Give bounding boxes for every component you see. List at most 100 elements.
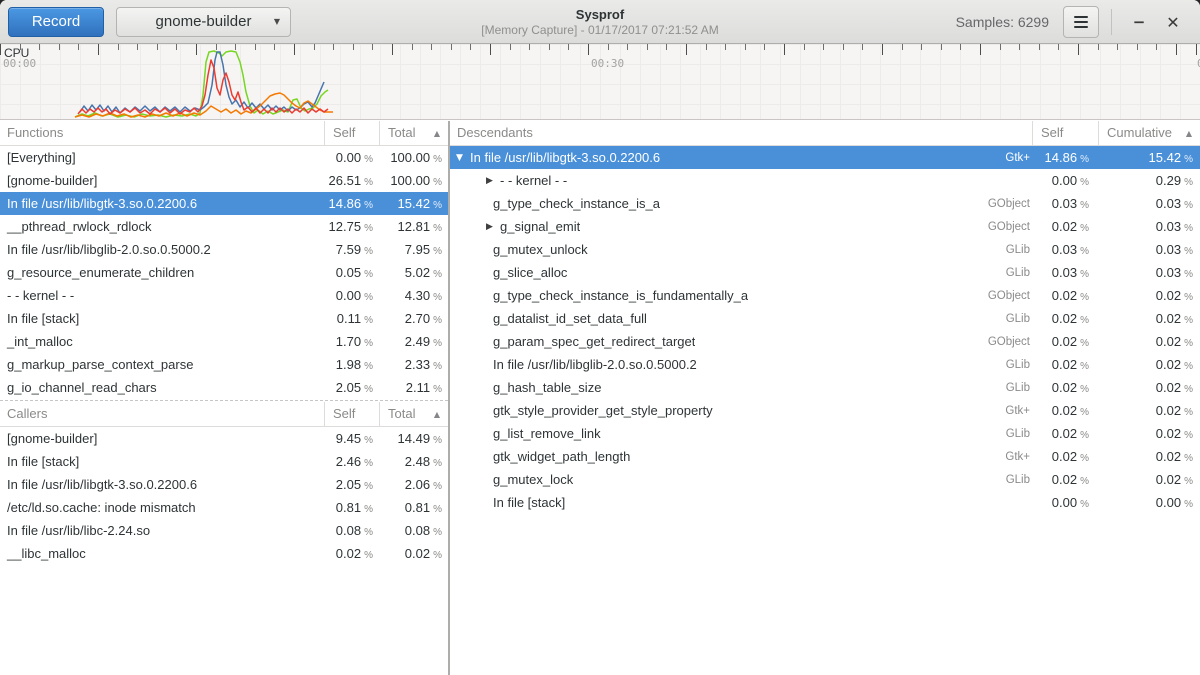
close-button[interactable]: ✕	[1156, 5, 1190, 39]
table-row[interactable]: - - kernel - -0.00%4.30%	[0, 284, 448, 307]
table-row[interactable]: [gnome-builder]9.45%14.49%	[0, 427, 448, 450]
record-button[interactable]: Record	[8, 7, 104, 37]
percent-suffix: %	[433, 269, 442, 280]
table-row[interactable]: In file [stack]0.11%2.70%	[0, 307, 448, 330]
table-row[interactable]: In file /usr/lib/libc-2.24.so0.08%0.08%	[0, 519, 448, 542]
percent-suffix: %	[364, 361, 373, 372]
tree-row[interactable]: ▶g_signal_emitGObject0.02%0.03%	[450, 215, 1200, 238]
total-value: 0.81%	[379, 500, 448, 515]
left-pane: Functions Self Total▲ [Everything]0.00%1…	[0, 121, 448, 675]
percent-suffix: %	[1184, 269, 1193, 280]
percent-suffix: %	[364, 481, 373, 492]
self-value: 0.02%	[1032, 311, 1098, 326]
self-value: 7.59%	[324, 242, 379, 257]
header-separator	[1111, 9, 1112, 35]
minimize-button[interactable]: −	[1122, 5, 1156, 39]
function-name: In file /usr/lib/libglib-2.0.so.0.5000.2	[493, 357, 697, 372]
tree-row[interactable]: gtk_style_provider_get_style_propertyGtk…	[450, 399, 1200, 422]
function-name: g_hash_table_size	[493, 380, 601, 395]
function-name: g_list_remove_link	[493, 426, 601, 441]
header-bar: Record gnome-builder ▼ Sysprof [Memory C…	[0, 0, 1200, 44]
tree-row[interactable]: In file /usr/lib/libglib-2.0.so.0.5000.2…	[450, 353, 1200, 376]
triangle-down-icon[interactable]: ▼	[456, 153, 470, 163]
tree-row-content: gtk_style_provider_get_style_property	[450, 403, 974, 418]
table-row[interactable]: __libc_malloc0.02%0.02%	[0, 542, 448, 565]
column-header-callers[interactable]: Callers	[0, 402, 324, 426]
function-name: - - kernel - -	[0, 288, 324, 303]
sort-up-icon: ▲	[434, 122, 440, 146]
process-selector[interactable]: gnome-builder ▼	[116, 7, 291, 37]
tree-row[interactable]: ▼In file /usr/lib/libgtk-3.so.0.2200.6Gt…	[450, 146, 1200, 169]
cumulative-value: 0.03%	[1098, 265, 1200, 280]
tree-row[interactable]: g_param_spec_get_redirect_targetGObject0…	[450, 330, 1200, 353]
cumulative-value: 0.02%	[1098, 311, 1200, 326]
self-value: 2.46%	[324, 454, 379, 469]
tree-row-content: g_datalist_id_set_data_full	[450, 311, 974, 326]
cumulative-value: 0.03%	[1098, 196, 1200, 211]
function-name: In file [stack]	[493, 495, 565, 510]
function-name: g_slice_alloc	[493, 265, 567, 280]
library-tag: GObject	[974, 290, 1032, 302]
tree-row[interactable]: g_type_check_instance_is_fundamentally_a…	[450, 284, 1200, 307]
column-header-total[interactable]: Total▲	[379, 121, 448, 145]
table-row[interactable]: /etc/ld.so.cache: inode mismatch0.81%0.8…	[0, 496, 448, 519]
function-name: [gnome-builder]	[0, 431, 324, 446]
cpu-graph	[0, 44, 1200, 120]
library-tag: GLib	[974, 313, 1032, 325]
tree-row[interactable]: g_type_check_instance_is_aGObject0.03%0.…	[450, 192, 1200, 215]
tree-row[interactable]: g_datalist_id_set_data_fullGLib0.02%0.02…	[450, 307, 1200, 330]
triangle-right-icon[interactable]: ▶	[486, 176, 500, 186]
column-header-self[interactable]: Self	[324, 402, 379, 426]
percent-suffix: %	[364, 246, 373, 257]
function-name: g_resource_enumerate_children	[0, 265, 324, 280]
table-row[interactable]: [Everything]0.00%100.00%	[0, 146, 448, 169]
time-label-mid: 00:30	[591, 57, 624, 70]
table-row[interactable]: In file [stack]2.46%2.48%	[0, 450, 448, 473]
tree-row[interactable]: g_slice_allocGLib0.03%0.03%	[450, 261, 1200, 284]
tree-row[interactable]: g_mutex_unlockGLib0.03%0.03%	[450, 238, 1200, 261]
table-row[interactable]: g_resource_enumerate_children0.05%5.02%	[0, 261, 448, 284]
column-header-descendants[interactable]: Descendants	[450, 121, 1032, 145]
tree-row[interactable]: g_mutex_lockGLib0.02%0.02%	[450, 468, 1200, 491]
tree-row[interactable]: ▶- - kernel - -0.00%0.29%	[450, 169, 1200, 192]
percent-suffix: %	[1184, 223, 1193, 234]
tree-row[interactable]: g_hash_table_sizeGLib0.02%0.02%	[450, 376, 1200, 399]
table-row[interactable]: In file /usr/lib/libglib-2.0.so.0.5000.2…	[0, 238, 448, 261]
function-name: In file [stack]	[0, 454, 324, 469]
column-header-self[interactable]: Self	[1032, 121, 1098, 145]
tree-row[interactable]: In file [stack]0.00%0.00%	[450, 491, 1200, 514]
percent-suffix: %	[1080, 292, 1089, 303]
table-row[interactable]: In file /usr/lib/libgtk-3.so.0.2200.614.…	[0, 192, 448, 215]
table-row[interactable]: [gnome-builder]26.51%100.00%	[0, 169, 448, 192]
percent-suffix: %	[433, 361, 442, 372]
table-row[interactable]: g_io_channel_read_chars2.05%2.11%	[0, 376, 448, 399]
column-header-total[interactable]: Total▲	[379, 402, 448, 426]
library-tag: GObject	[974, 221, 1032, 233]
table-row[interactable]: __pthread_rwlock_rdlock12.75%12.81%	[0, 215, 448, 238]
percent-suffix: %	[1080, 269, 1089, 280]
header-right-controls: Samples: 6299 − ✕	[956, 0, 1190, 44]
cumulative-value: 0.02%	[1098, 426, 1200, 441]
percent-suffix: %	[1184, 246, 1193, 257]
table-row[interactable]: _int_malloc1.70%2.49%	[0, 330, 448, 353]
self-value: 2.05%	[324, 380, 379, 395]
percent-suffix: %	[364, 458, 373, 469]
tree-row[interactable]: g_list_remove_linkGLib0.02%0.02%	[450, 422, 1200, 445]
column-header-cumulative[interactable]: Cumulative▲	[1098, 121, 1200, 145]
table-row[interactable]: g_markup_parse_context_parse1.98%2.33%	[0, 353, 448, 376]
library-tag: GLib	[974, 359, 1032, 371]
self-value: 0.02%	[1032, 380, 1098, 395]
cumulative-value: 15.42%	[1098, 150, 1200, 165]
menu-button[interactable]	[1063, 6, 1099, 38]
cpu-timeline[interactable]: CPU 00:00 00:30 01:00	[0, 44, 1200, 120]
self-value: 14.86%	[324, 196, 379, 211]
function-name: __libc_malloc	[0, 546, 324, 561]
percent-suffix: %	[1080, 315, 1089, 326]
column-header-functions[interactable]: Functions	[0, 121, 324, 145]
tree-row[interactable]: gtk_widget_path_lengthGtk+0.02%0.02%	[450, 445, 1200, 468]
percent-suffix: %	[1080, 476, 1089, 487]
percent-suffix: %	[1184, 430, 1193, 441]
triangle-right-icon[interactable]: ▶	[486, 222, 500, 232]
table-row[interactable]: In file /usr/lib/libgtk-3.so.0.2200.62.0…	[0, 473, 448, 496]
column-header-self[interactable]: Self	[324, 121, 379, 145]
